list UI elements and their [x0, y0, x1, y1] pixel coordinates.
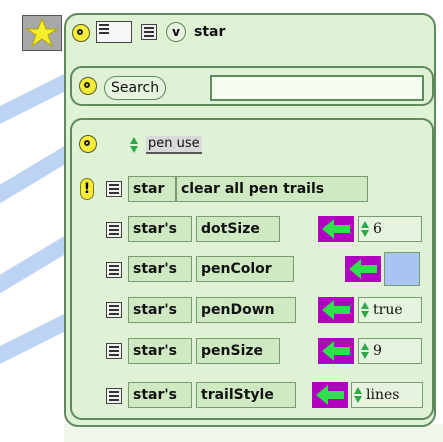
- row-tile-icon[interactable]: [106, 262, 122, 278]
- value-updown-arrows[interactable]: [354, 387, 362, 403]
- property-trailstyle[interactable]: trailStyle: [196, 382, 296, 408]
- command-target[interactable]: star: [128, 176, 176, 202]
- property-pendown[interactable]: penDown: [196, 297, 296, 323]
- value-pendown-text: true: [373, 302, 403, 318]
- row-owner[interactable]: star's: [128, 216, 192, 242]
- value-pensize[interactable]: 9: [358, 338, 422, 364]
- property-dotsize[interactable]: dotSize: [196, 216, 280, 242]
- row-owner[interactable]: star's: [128, 338, 192, 364]
- search-input[interactable]: [210, 75, 424, 101]
- left-arrow-icon: [316, 385, 344, 405]
- left-arrow-icon: [322, 219, 350, 239]
- assign-arrow-trailstyle[interactable]: [312, 382, 348, 408]
- category-pane-menu-button[interactable]: [79, 135, 97, 153]
- variable-button[interactable]: v: [166, 22, 186, 42]
- star-thumbnail[interactable]: [22, 15, 62, 51]
- row-tile-icon[interactable]: [106, 388, 122, 404]
- row-owner[interactable]: star's: [128, 297, 192, 323]
- assign-arrow-pendown[interactable]: [318, 297, 354, 323]
- search-button[interactable]: Search: [104, 76, 167, 100]
- row-owner[interactable]: star's: [128, 256, 192, 282]
- left-arrow-icon: [322, 300, 350, 320]
- command-clear-all-pen-trails[interactable]: clear all pen trails: [176, 176, 368, 202]
- property-pencolor[interactable]: penColor: [196, 256, 294, 282]
- row-tile-icon[interactable]: [106, 222, 122, 238]
- variable-button-label: v: [172, 25, 180, 39]
- command-tile-icon[interactable]: [106, 181, 122, 197]
- value-dotsize-text: 6: [373, 221, 382, 237]
- property-pensize[interactable]: penSize: [196, 338, 280, 364]
- star-icon: [25, 17, 59, 48]
- value-dotsize[interactable]: 6: [358, 216, 422, 242]
- value-updown-arrows[interactable]: [361, 302, 369, 318]
- row-tile-icon[interactable]: [106, 302, 122, 318]
- viewer-menu-button[interactable]: [72, 24, 90, 42]
- assign-arrow-dotsize[interactable]: [318, 216, 354, 242]
- left-arrow-icon: [322, 341, 350, 361]
- value-updown-arrows[interactable]: [361, 221, 369, 237]
- tile-icon[interactable]: [141, 24, 157, 40]
- value-trailstyle-text: lines: [366, 387, 400, 403]
- object-name[interactable]: star: [194, 23, 225, 41]
- execute-button[interactable]: !: [80, 178, 94, 200]
- left-arrow-icon: [349, 259, 377, 279]
- assign-arrow-pensize[interactable]: [318, 338, 354, 364]
- category-updown-arrows[interactable]: [130, 137, 138, 153]
- category-name[interactable]: pen use: [146, 136, 202, 154]
- value-updown-arrows[interactable]: [361, 343, 369, 359]
- value-pensize-text: 9: [373, 343, 382, 359]
- category-list-icon[interactable]: [96, 21, 132, 43]
- row-tile-icon[interactable]: [106, 343, 122, 359]
- search-pane-menu-button[interactable]: [79, 77, 97, 95]
- row-owner[interactable]: star's: [128, 382, 192, 408]
- assign-arrow-pencolor[interactable]: [345, 256, 381, 282]
- pen-color-swatch[interactable]: [384, 252, 420, 286]
- value-trailstyle[interactable]: lines: [351, 382, 423, 408]
- value-pendown[interactable]: true: [358, 297, 422, 323]
